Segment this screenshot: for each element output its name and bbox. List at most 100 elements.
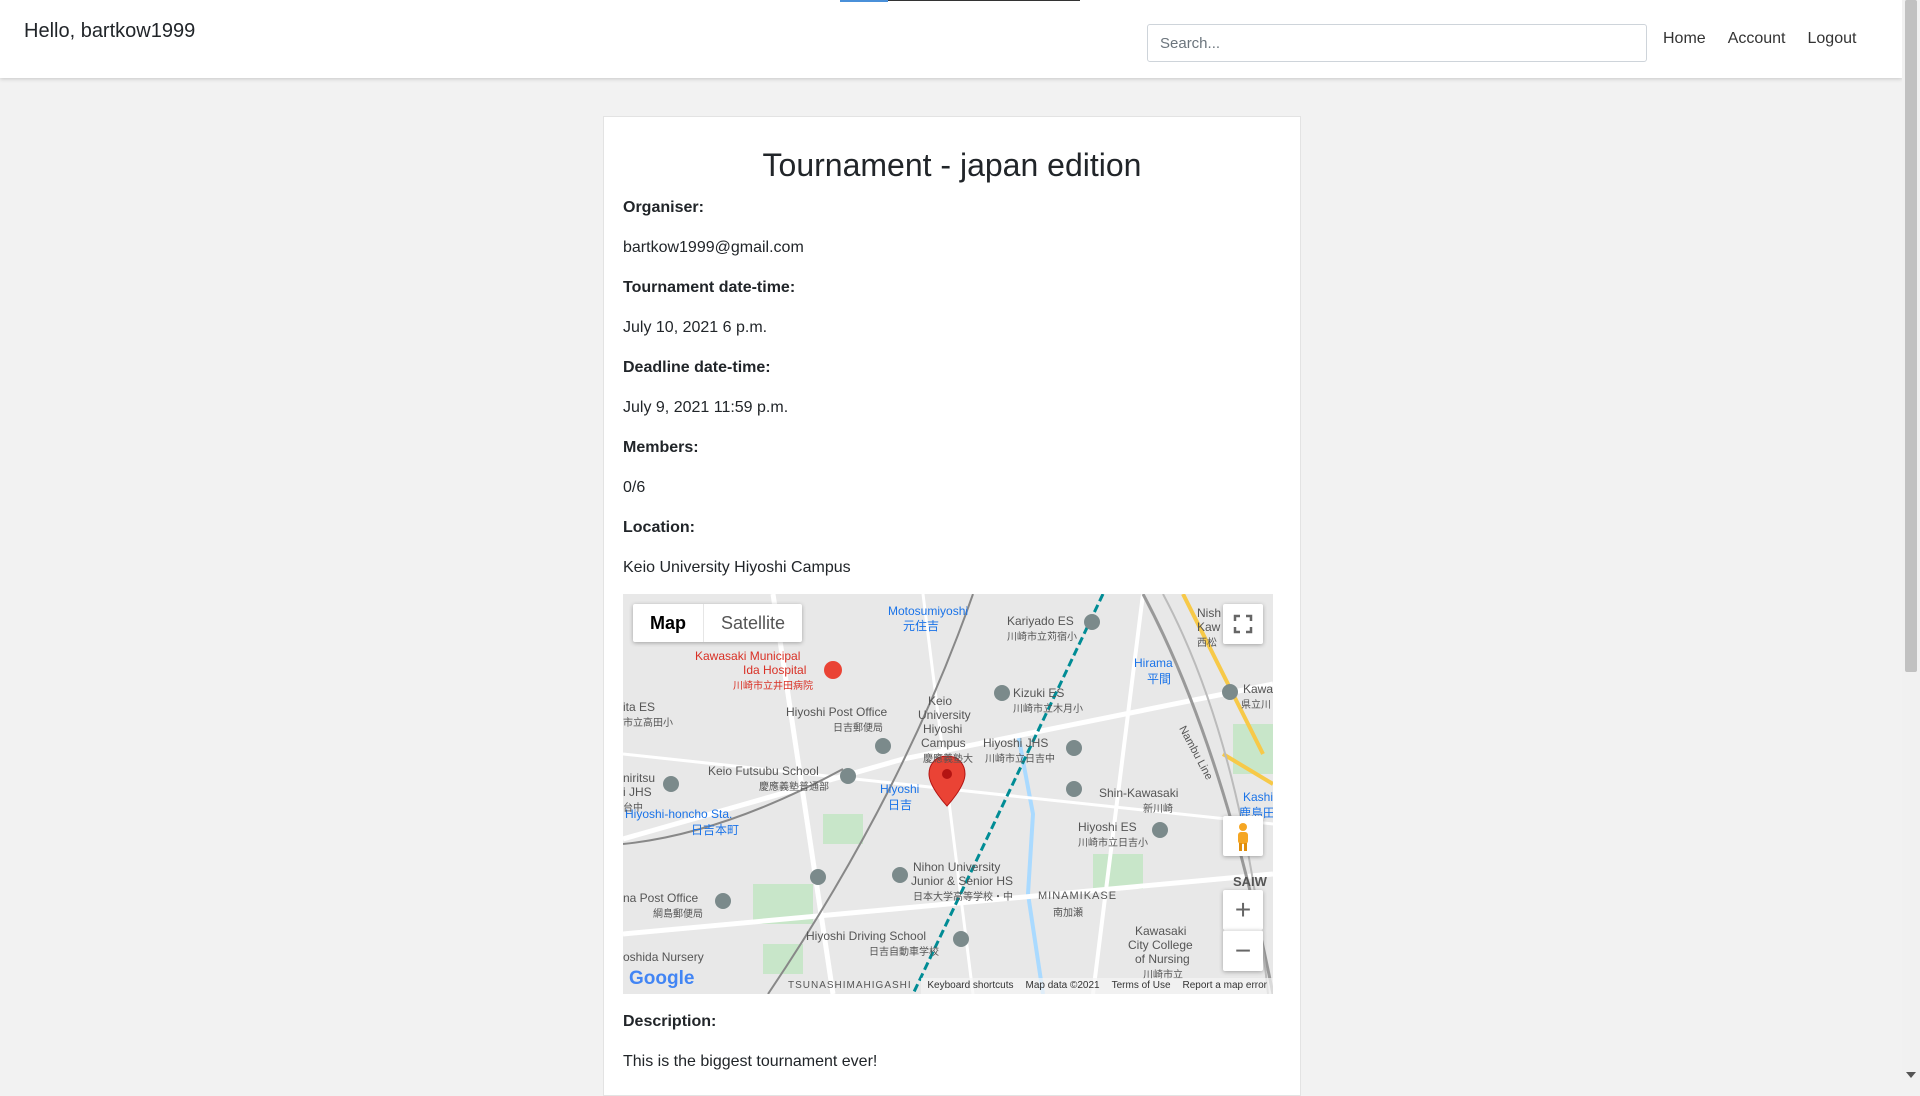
nav-account-link[interactable]: Account xyxy=(1728,30,1786,48)
deadline-label: Deadline date-time: xyxy=(623,359,771,376)
map-label-hiyoshi-station-jp: 日吉 xyxy=(888,798,913,812)
page-scrollbar[interactable] xyxy=(1902,0,1920,1080)
map-label-hiyoshi-es: Hiyoshi ES xyxy=(1078,820,1137,834)
map-type-control: Map Satellite xyxy=(633,604,803,642)
map-data-attribution: Map data ©2021 xyxy=(1025,980,1100,991)
map-label-niritsu-jp: 台中 xyxy=(623,803,643,814)
date-value: July 10, 2021 6 p.m. xyxy=(623,319,768,336)
map-label-kariyado: Kariyado ES xyxy=(1007,614,1074,628)
map-label-ita-es-jp: 市立高田小 xyxy=(623,718,673,729)
nav-links: Home Account Logout xyxy=(1663,30,1878,48)
map-label-kizuki-jp: 川崎市立木月小 xyxy=(1013,704,1083,715)
map-label-motosumiyoshi: Motosumiyoshi xyxy=(888,604,969,618)
members-label: Members: xyxy=(623,439,699,456)
deadline-value: July 9, 2021 11:59 p.m. xyxy=(623,399,789,416)
map-label-hirama: Hirama xyxy=(1134,656,1173,670)
fullscreen-button[interactable] xyxy=(1223,604,1263,644)
map-label-nihon-jp: 日本大学高等学校・中 xyxy=(913,892,1013,903)
map-label-minamikase-jp: 南加瀬 xyxy=(1053,908,1083,919)
user-greeting: Hello, bartkow1999 xyxy=(24,20,196,42)
top-navbar: Hello, bartkow1999 Home Account Logout xyxy=(0,0,1902,78)
map-label-niritsu: niritsu xyxy=(623,771,656,785)
map-label-motosumiyoshi-jp: 元住吉 xyxy=(903,619,940,633)
description-label: Description: xyxy=(623,1013,717,1030)
map-label-kaw: Kaw xyxy=(1197,620,1221,634)
zoom-out-button[interactable]: − xyxy=(1223,930,1263,971)
map-label-post-office-2: na Post Office xyxy=(623,891,699,905)
loading-progress-bar xyxy=(840,0,1080,2)
location-map[interactable]: Motosumiyoshi 元住吉 Kariyado ES 川崎市立苅宿小 Ka… xyxy=(623,594,1273,994)
map-label-shin-kawasaki: Shin-Kawasaki xyxy=(1099,786,1179,800)
tournament-title: Tournament - japan edition xyxy=(762,147,1142,183)
map-label-kawa: Kawa xyxy=(1243,682,1273,696)
map-label-kcc-3: of Nursing xyxy=(1135,952,1190,966)
map-label-driving-school-jp: 日吉自動車学校 xyxy=(869,947,939,958)
map-label-keio-2: University xyxy=(918,708,971,722)
pegman-icon xyxy=(1238,823,1248,851)
scrollbar-thumb[interactable] xyxy=(1905,0,1917,672)
map-label-kcc-2: City College xyxy=(1128,938,1193,952)
map-type-satellite-button[interactable]: Satellite xyxy=(703,604,802,642)
search-input[interactable] xyxy=(1147,24,1647,62)
map-label-nursery: oshida Nursery xyxy=(623,950,704,964)
zoom-out-icon: − xyxy=(1234,935,1252,966)
google-logo: Google xyxy=(629,968,694,990)
map-label-kcc: Kawasaki xyxy=(1135,924,1187,938)
map-type-map-button[interactable]: Map xyxy=(633,604,703,642)
map-label-keio-3: Hiyoshi xyxy=(923,722,963,736)
map-label-minamikase: MINAMIKASE xyxy=(1038,890,1118,902)
map-label-hiyoshi-station: Hiyoshi xyxy=(880,782,920,796)
map-label-saiw: SAIW xyxy=(1233,874,1267,889)
map-label-hiyoshi-jhs-jp: 川崎市立日吉中 xyxy=(985,754,1055,765)
hospital-pin-icon[interactable] xyxy=(824,661,842,679)
members-value: 0/6 xyxy=(623,479,646,496)
map-label-post-office-2-jp: 綱島郵便局 xyxy=(653,909,703,920)
map-label-hospital-2: Ida Hospital xyxy=(743,663,807,677)
nav-home-link[interactable]: Home xyxy=(1663,30,1706,48)
date-label: Tournament date-time: xyxy=(623,279,796,296)
zoom-in-button[interactable]: + xyxy=(1223,890,1263,930)
organiser-label: Organiser: xyxy=(623,199,704,216)
map-label-kawa-jp: 県立川 xyxy=(1241,700,1271,711)
report-map-error-link[interactable]: Report a map error xyxy=(1183,978,1267,994)
map-label-honcho-jp: 日吉本町 xyxy=(691,823,740,837)
map-label-futsubu: Keio Futsubu School xyxy=(708,764,819,778)
map-label-nihon-2: Junior & Senior HS xyxy=(911,874,1014,888)
map-label-kizuki: Kizuki ES xyxy=(1013,686,1065,700)
map-label-hospital-jp: 川崎市立井田病院 xyxy=(733,681,813,692)
map-label-nish: Nish xyxy=(1197,606,1222,620)
map-label-keio: Keio xyxy=(928,694,953,708)
map-label-nihon: Nihon University xyxy=(913,860,1001,874)
map-label-ita-es: ita ES xyxy=(623,700,656,714)
map-label-hospital: Kawasaki Municipal xyxy=(695,649,801,663)
map-label-driving-school: Hiyoshi Driving School xyxy=(806,929,927,943)
map-label-niritsu-2: i JHS xyxy=(623,785,652,799)
map-label-post-office-jp: 日吉郵便局 xyxy=(833,723,883,734)
description-value: This is the biggest tournament ever! xyxy=(623,1053,878,1070)
map-label-kariyado-jp: 川崎市立苅宿小 xyxy=(1007,632,1077,643)
fullscreen-icon xyxy=(1233,614,1253,634)
map-footer: Keyboard shortcuts Map data ©2021 Terms … xyxy=(921,978,1273,994)
zoom-in-icon: + xyxy=(1234,894,1252,925)
map-label-hiyoshi-jhs: Hiyoshi JHS xyxy=(983,736,1049,750)
street-view-button[interactable] xyxy=(1223,816,1263,856)
organiser-value: bartkow1999@gmail.com xyxy=(623,239,804,256)
map-label-shin-kawasaki-jp: 新川崎 xyxy=(1143,804,1173,815)
google-logo-text: Google xyxy=(629,968,695,989)
map-label-tsunashima: TSUNASHIMAHIGASHI xyxy=(788,980,912,991)
nav-logout-link[interactable]: Logout xyxy=(1808,30,1857,48)
map-label-futsubu-jp: 慶應義塾普通部 xyxy=(759,782,829,793)
map-label-keio-jp: 慶應義塾大 xyxy=(923,754,973,765)
map-label-kaw-jp: 西松 xyxy=(1197,638,1217,649)
map-label-hirama-jp: 平間 xyxy=(1147,672,1172,686)
map-label-hiyoshi-es-jp: 川崎市立日吉小 xyxy=(1078,838,1148,849)
location-value: Keio University Hiyoshi Campus xyxy=(623,559,851,576)
map-label-keio-4: Campus xyxy=(921,736,966,750)
terms-of-use-link[interactable]: Terms of Use xyxy=(1112,978,1171,994)
tournament-card: Tournament - japan edition Organiser: ba… xyxy=(603,116,1301,1096)
location-label: Location: xyxy=(623,519,695,536)
map-label-post-office: Hiyoshi Post Office xyxy=(786,705,888,719)
scroll-down-arrow-icon[interactable] xyxy=(1906,1072,1916,1078)
keyboard-shortcuts-link[interactable]: Keyboard shortcuts xyxy=(927,978,1013,994)
map-label-kashi: Kashi xyxy=(1243,790,1273,804)
